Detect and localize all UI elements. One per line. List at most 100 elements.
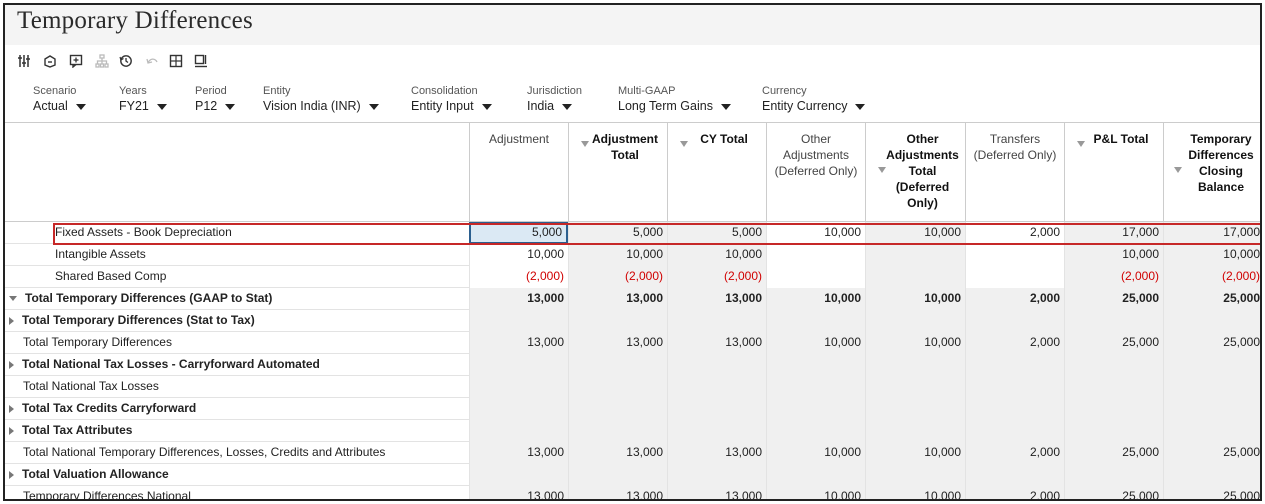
- value-cell[interactable]: [469, 376, 568, 398]
- expand-icon[interactable]: [9, 426, 14, 435]
- value-cell[interactable]: 10,000: [766, 332, 865, 354]
- pov-scenario[interactable]: Scenario Actual: [33, 85, 86, 113]
- value-cell[interactable]: 25,000: [1064, 486, 1163, 499]
- value-cell[interactable]: [766, 266, 865, 288]
- value-cell[interactable]: 10,000: [865, 288, 965, 310]
- column-header[interactable]: Other Adjustments (Deferred Only): [766, 123, 865, 223]
- value-cell[interactable]: [1163, 420, 1260, 442]
- value-cell[interactable]: (2,000): [1064, 266, 1163, 288]
- value-cell[interactable]: 13,000: [568, 442, 667, 464]
- value-cell[interactable]: 10,000: [766, 288, 865, 310]
- value-cell[interactable]: [865, 398, 965, 420]
- value-cell[interactable]: [965, 354, 1064, 376]
- value-cell[interactable]: [965, 244, 1064, 266]
- value-cell[interactable]: [568, 310, 667, 332]
- value-cell[interactable]: [469, 420, 568, 442]
- column-header[interactable]: Adjustment: [469, 123, 568, 223]
- column-header[interactable]: Transfers (Deferred Only): [965, 123, 1064, 223]
- value-cell[interactable]: [1064, 464, 1163, 486]
- value-cell[interactable]: 2,000: [965, 288, 1064, 310]
- value-cell[interactable]: (2,000): [568, 266, 667, 288]
- value-cell[interactable]: (2,000): [469, 266, 568, 288]
- value-cell[interactable]: [766, 376, 865, 398]
- value-cell[interactable]: [1163, 354, 1260, 376]
- value-cell[interactable]: 10,000: [568, 244, 667, 266]
- value-cell[interactable]: [1163, 310, 1260, 332]
- value-cell[interactable]: [667, 354, 766, 376]
- pov-entity[interactable]: Entity Vision India (INR): [263, 85, 379, 113]
- value-cell[interactable]: [766, 464, 865, 486]
- value-cell[interactable]: [667, 464, 766, 486]
- expand-icon[interactable]: [9, 360, 14, 369]
- history-icon[interactable]: [117, 52, 135, 70]
- row-label[interactable]: Total National Tax Losses - Carryforward…: [9, 354, 320, 376]
- column-header[interactable]: CY Total: [667, 123, 766, 223]
- value-cell[interactable]: [667, 310, 766, 332]
- row-label[interactable]: Total Tax Attributes: [9, 420, 132, 442]
- value-cell[interactable]: [1163, 464, 1260, 486]
- value-cell[interactable]: [667, 398, 766, 420]
- value-cell[interactable]: [766, 354, 865, 376]
- value-cell[interactable]: [865, 244, 965, 266]
- value-cell[interactable]: 13,000: [667, 442, 766, 464]
- value-cell[interactable]: [766, 244, 865, 266]
- value-cell[interactable]: 13,000: [469, 442, 568, 464]
- value-cell[interactable]: (2,000): [1163, 266, 1260, 288]
- value-cell[interactable]: [766, 398, 865, 420]
- value-cell[interactable]: 25,000: [1163, 332, 1260, 354]
- value-cell[interactable]: 13,000: [469, 486, 568, 499]
- value-cell[interactable]: [568, 376, 667, 398]
- value-cell[interactable]: [568, 464, 667, 486]
- value-cell[interactable]: [865, 354, 965, 376]
- value-cell[interactable]: 13,000: [469, 332, 568, 354]
- value-cell[interactable]: 25,000: [1163, 288, 1260, 310]
- value-cell[interactable]: [667, 420, 766, 442]
- expand-icon[interactable]: [9, 404, 14, 413]
- value-cell[interactable]: [568, 354, 667, 376]
- value-cell[interactable]: [469, 398, 568, 420]
- value-cell[interactable]: [965, 266, 1064, 288]
- value-cell[interactable]: [1163, 376, 1260, 398]
- value-cell[interactable]: 10,000: [865, 442, 965, 464]
- value-cell[interactable]: [1064, 420, 1163, 442]
- row-label[interactable]: Total Temporary Differences (Stat to Tax…: [9, 310, 255, 332]
- value-cell[interactable]: [667, 376, 766, 398]
- layout-icon[interactable]: [192, 52, 210, 70]
- value-cell[interactable]: [865, 376, 965, 398]
- value-cell[interactable]: [1064, 376, 1163, 398]
- value-cell[interactable]: [1064, 354, 1163, 376]
- value-cell[interactable]: 10,000: [766, 222, 865, 244]
- pov-years[interactable]: Years FY21: [119, 85, 167, 113]
- value-cell[interactable]: 10,000: [766, 486, 865, 499]
- value-cell[interactable]: 10,000: [469, 244, 568, 266]
- value-cell[interactable]: [1064, 398, 1163, 420]
- value-cell[interactable]: [469, 354, 568, 376]
- row-label[interactable]: Total Tax Credits Carryforward: [9, 398, 196, 420]
- value-cell[interactable]: [965, 398, 1064, 420]
- value-cell[interactable]: 25,000: [1064, 288, 1163, 310]
- value-cell[interactable]: 2,000: [965, 486, 1064, 499]
- value-cell[interactable]: 2,000: [965, 332, 1064, 354]
- value-cell[interactable]: 13,000: [667, 486, 766, 499]
- value-cell[interactable]: 10,000: [1163, 244, 1260, 266]
- value-cell[interactable]: [965, 464, 1064, 486]
- value-cell[interactable]: 10,000: [1064, 244, 1163, 266]
- inventory-icon[interactable]: [41, 52, 59, 70]
- value-cell[interactable]: 2,000: [965, 442, 1064, 464]
- row-label[interactable]: Total Temporary Differences (GAAP to Sta…: [9, 288, 272, 310]
- column-header[interactable]: P&L Total: [1064, 123, 1163, 223]
- value-cell[interactable]: [568, 398, 667, 420]
- value-cell[interactable]: [865, 310, 965, 332]
- value-cell[interactable]: 10,000: [766, 442, 865, 464]
- value-cell[interactable]: 5,000: [469, 222, 568, 244]
- value-cell[interactable]: [865, 420, 965, 442]
- value-cell[interactable]: [965, 420, 1064, 442]
- value-cell[interactable]: 13,000: [568, 288, 667, 310]
- value-cell[interactable]: [865, 464, 965, 486]
- value-cell[interactable]: 13,000: [667, 332, 766, 354]
- value-cell[interactable]: 10,000: [667, 244, 766, 266]
- value-cell[interactable]: 25,000: [1064, 442, 1163, 464]
- value-cell[interactable]: [1163, 398, 1260, 420]
- expand-icon[interactable]: [9, 316, 14, 325]
- collapse-icon[interactable]: [9, 296, 17, 302]
